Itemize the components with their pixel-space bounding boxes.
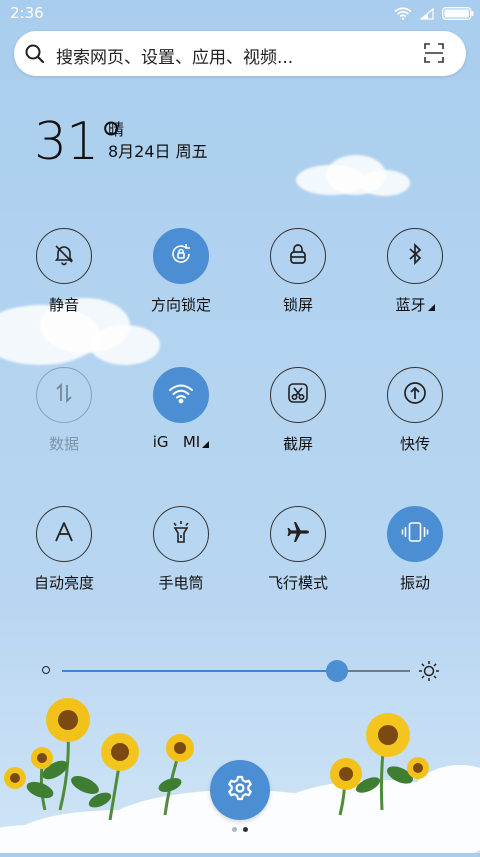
status-bar: 2:36: [0, 0, 480, 26]
toggle-auto-brightness-button[interactable]: [36, 506, 92, 562]
page-indicator: [232, 827, 248, 832]
toggle-mute-button[interactable]: [36, 228, 92, 284]
weather-condition: 晴: [108, 120, 125, 139]
brightness-fill: [62, 670, 337, 672]
scan-icon[interactable]: [424, 43, 444, 67]
search-icon: [24, 43, 46, 69]
brightness-low-icon: [42, 666, 50, 674]
toggle-bluetooth-button[interactable]: [387, 228, 443, 284]
toggle-airplane-mode[interactable]: 飞行模式: [248, 506, 348, 593]
toggle-vibrate-button[interactable]: [387, 506, 443, 562]
data-arrows-icon: [53, 382, 75, 408]
toggle-wifi[interactable]: iG MI: [131, 367, 231, 451]
toggle-mute-label: 静音: [48, 296, 79, 314]
toggle-flashlight-button[interactable]: [153, 506, 209, 562]
toggle-auto-brightness[interactable]: 自动亮度: [14, 506, 114, 593]
toggle-screenshot[interactable]: 截屏: [248, 367, 348, 454]
toggle-wifi-button[interactable]: [153, 367, 209, 423]
toggle-flashlight[interactable]: 手电筒: [131, 506, 231, 593]
brightness-slider[interactable]: [40, 656, 440, 686]
toggle-screenshot-label: 截屏: [282, 435, 313, 453]
page-dot-2: [243, 827, 248, 832]
brightness-high-icon: [418, 660, 440, 686]
toggle-data-button[interactable]: [36, 367, 92, 423]
share-upload-icon: [402, 380, 428, 410]
toggle-vibrate[interactable]: 振动: [365, 506, 465, 593]
bluetooth-icon: [406, 242, 424, 270]
screenshot-icon: [286, 381, 310, 409]
status-time: 2:36: [10, 4, 44, 22]
toggle-flashlight-label: 手电筒: [158, 574, 204, 592]
flashlight-icon: [169, 519, 193, 549]
toggle-quick-share[interactable]: 快传: [365, 367, 465, 454]
rotation-lock-icon: [168, 241, 194, 271]
toggle-bluetooth[interactable]: 蓝牙: [365, 228, 465, 315]
more-indicator-icon: [427, 304, 435, 311]
battery-icon: [442, 5, 474, 24]
toggle-vibrate-label: 振动: [399, 574, 430, 592]
search-placeholder: 搜索网页、设置、应用、视频...: [56, 48, 294, 68]
search-bar[interactable]: 搜索网页、设置、应用、视频...: [14, 31, 466, 76]
signal-icon: [419, 5, 434, 24]
toggle-mute[interactable]: 静音: [14, 228, 114, 315]
more-indicator-icon: [202, 441, 210, 448]
gear-icon: [227, 775, 253, 805]
toggle-lock-screen-button[interactable]: [270, 228, 326, 284]
status-icons: [394, 5, 474, 24]
airplane-icon: [285, 519, 311, 549]
toggle-rotation-lock[interactable]: 方向锁定: [131, 228, 231, 315]
page-dot-1: [232, 827, 237, 832]
toggle-auto-brightness-label: 自动亮度: [33, 574, 94, 592]
brightness-knob[interactable]: [325, 660, 348, 682]
auto-brightness-icon: [53, 521, 75, 547]
toggle-rotation-lock-label: 方向锁定: [150, 296, 211, 314]
vibrate-icon: [400, 520, 430, 548]
wifi-icon: [168, 382, 194, 408]
toggle-lock-screen[interactable]: 锁屏: [248, 228, 348, 315]
toggle-lock-screen-label: 锁屏: [282, 296, 313, 314]
wifi-icon: [394, 5, 412, 24]
toggle-data-label: 数据: [48, 435, 79, 453]
bell-off-icon: [52, 242, 76, 270]
lock-icon: [287, 242, 309, 270]
toggle-quick-share-button[interactable]: [387, 367, 443, 423]
weather-date: 8月24日 周五: [108, 142, 208, 161]
toggle-rotation-lock-button[interactable]: [153, 228, 209, 284]
toggle-quick-share-label: 快传: [399, 435, 430, 453]
toggle-bluetooth-label: 蓝牙: [365, 294, 465, 315]
toggle-wifi-label: iG MI: [131, 433, 231, 451]
toggle-airplane-mode-button[interactable]: [270, 506, 326, 562]
toggle-data[interactable]: 数据: [14, 367, 114, 454]
toggle-airplane-mode-label: 飞行模式: [267, 574, 328, 592]
toggle-screenshot-button[interactable]: [270, 367, 326, 423]
settings-button[interactable]: [210, 760, 270, 820]
